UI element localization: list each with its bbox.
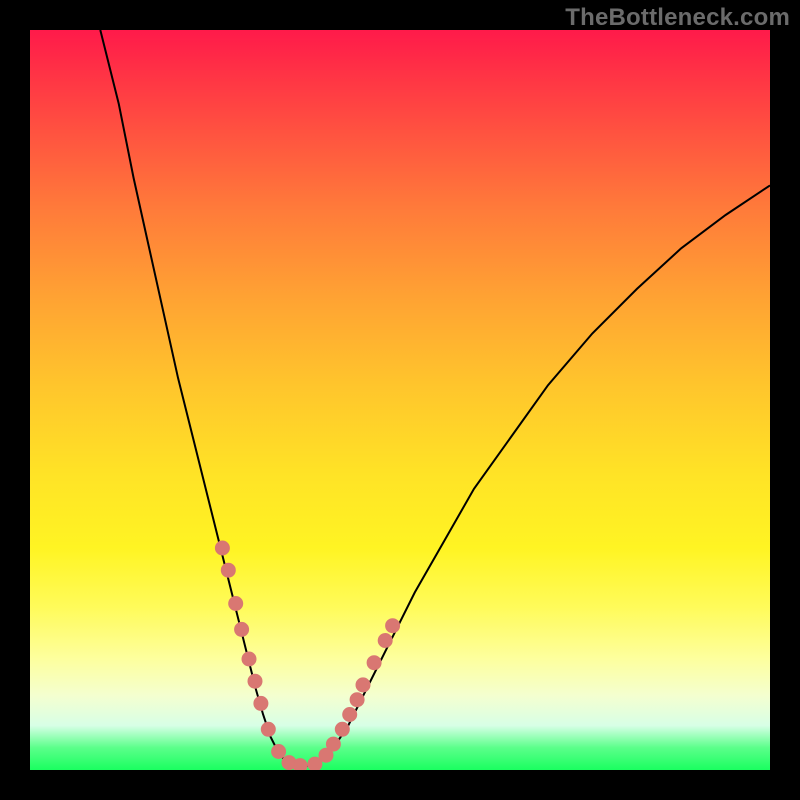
highlight-dot xyxy=(261,722,275,736)
highlight-dot xyxy=(229,597,243,611)
highlight-dot xyxy=(215,541,229,555)
highlight-dot xyxy=(235,622,249,636)
highlight-dot xyxy=(293,759,307,770)
highlight-dot xyxy=(335,722,349,736)
highlight-dot xyxy=(272,745,286,759)
highlight-dot xyxy=(248,674,262,688)
bottleneck-curve xyxy=(100,30,770,766)
chart-svg xyxy=(30,30,770,770)
highlight-dots xyxy=(215,541,399,770)
highlight-dot xyxy=(343,708,357,722)
plot-area xyxy=(30,30,770,770)
watermark-text: TheBottleneck.com xyxy=(565,4,790,32)
highlight-dot xyxy=(242,652,256,666)
highlight-dot xyxy=(254,696,268,710)
highlight-dot xyxy=(356,678,370,692)
highlight-dot xyxy=(221,563,235,577)
chart-frame: TheBottleneck.com xyxy=(0,0,800,800)
highlight-dot xyxy=(386,619,400,633)
highlight-dot xyxy=(367,656,381,670)
highlight-dot xyxy=(326,737,340,751)
highlight-dot xyxy=(350,693,364,707)
highlight-dot xyxy=(378,634,392,648)
